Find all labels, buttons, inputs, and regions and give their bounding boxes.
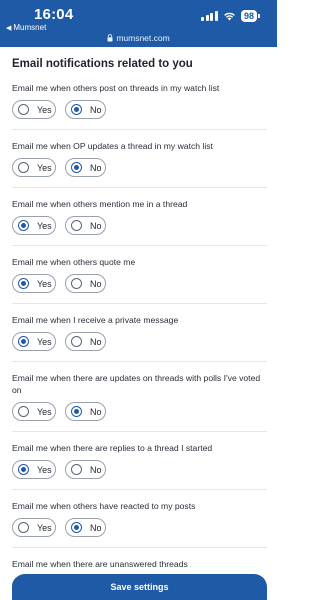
back-to-app-link[interactable]: ◀ Mumsnet [6, 23, 46, 32]
yes-label: Yes [37, 162, 52, 173]
yes-no-radio-group: Yes No [12, 518, 267, 537]
triangle-left-icon: ◀ [6, 24, 12, 32]
battery-icon: 98 [240, 10, 261, 22]
yes-option[interactable]: Yes [12, 518, 56, 537]
notification-question: Email me when OP updates a thread in my … [12, 140, 267, 188]
clock: 16:04 [34, 6, 74, 23]
no-label: No [90, 406, 102, 417]
question-text: Email me when there are updates on threa… [12, 373, 261, 395]
notification-question: Email me when there are updates on threa… [12, 372, 267, 432]
no-label: No [90, 220, 102, 231]
yes-option[interactable]: Yes [12, 274, 56, 293]
url-text: mumsnet.com [116, 33, 170, 43]
notification-question: Email me when I receive a private messag… [12, 314, 267, 362]
radio-button[interactable] [71, 464, 82, 475]
divider [12, 547, 267, 548]
radio-button[interactable] [18, 406, 29, 417]
no-label: No [90, 522, 102, 533]
cellular-signal-icon [201, 11, 218, 21]
yes-option[interactable]: Yes [12, 402, 56, 421]
radio-button[interactable] [71, 104, 82, 115]
radio-button[interactable] [71, 406, 82, 417]
divider [12, 431, 267, 432]
yes-option[interactable]: Yes [12, 216, 56, 235]
divider [12, 361, 267, 362]
no-option[interactable]: No [65, 332, 106, 351]
yes-option[interactable]: Yes [12, 158, 56, 177]
no-option[interactable]: No [65, 216, 106, 235]
radio-button[interactable] [18, 464, 29, 475]
divider [12, 245, 267, 246]
question-text: Email me when there are unanswered threa… [12, 559, 188, 569]
page-title: Email notifications related to you [12, 58, 193, 70]
yes-no-radio-group: Yes No [12, 460, 267, 479]
no-option[interactable]: No [65, 402, 106, 421]
notification-question: Email me when others quote me Yes No [12, 256, 267, 304]
save-settings-button[interactable]: Save settings [12, 574, 267, 600]
notification-question: Email me when others post on threads in … [12, 82, 267, 130]
radio-button[interactable] [18, 162, 29, 173]
yes-no-radio-group: Yes No [12, 216, 267, 235]
radio-button[interactable] [71, 278, 82, 289]
no-label: No [90, 464, 102, 475]
radio-button[interactable] [71, 162, 82, 173]
no-option[interactable]: No [65, 100, 106, 119]
question-text: Email me when OP updates a thread in my … [12, 141, 213, 151]
yes-option[interactable]: Yes [12, 100, 56, 119]
notification-question: Email me when there are replies to a thr… [12, 442, 267, 490]
question-text: Email me when I receive a private messag… [12, 315, 179, 325]
radio-button[interactable] [71, 220, 82, 231]
no-option[interactable]: No [65, 274, 106, 293]
divider [12, 303, 267, 304]
notification-question: Email me when others have reacted to my … [12, 500, 267, 548]
back-app-label: Mumsnet [13, 23, 47, 32]
no-label: No [90, 104, 102, 115]
no-label: No [90, 278, 102, 289]
question-text: Email me when others have reacted to my … [12, 501, 196, 511]
question-list: Email me when others post on threads in … [12, 82, 267, 595]
yes-label: Yes [37, 278, 52, 289]
yes-option[interactable]: Yes [12, 460, 56, 479]
no-label: No [90, 336, 102, 347]
yes-option[interactable]: Yes [12, 332, 56, 351]
no-label: No [90, 162, 102, 173]
yes-no-radio-group: Yes No [12, 274, 267, 293]
notification-settings: Email notifications related to you Email… [12, 58, 267, 595]
yes-no-radio-group: Yes No [12, 402, 267, 421]
radio-button[interactable] [71, 336, 82, 347]
battery-level: 98 [243, 11, 254, 21]
question-text: Email me when others post on threads in … [12, 83, 220, 93]
url-bar[interactable]: mumsnet.com [0, 33, 277, 43]
yes-no-radio-group: Yes No [12, 332, 267, 351]
no-option[interactable]: No [65, 158, 106, 177]
yes-label: Yes [37, 406, 52, 417]
question-text: Email me when others quote me [12, 257, 136, 267]
radio-button[interactable] [18, 522, 29, 533]
divider [12, 489, 267, 490]
yes-label: Yes [37, 220, 52, 231]
yes-label: Yes [37, 464, 52, 475]
radio-button[interactable] [18, 336, 29, 347]
yes-no-radio-group: Yes No [12, 158, 267, 177]
radio-button[interactable] [18, 104, 29, 115]
yes-label: Yes [37, 522, 52, 533]
divider [12, 187, 267, 188]
radio-button[interactable] [71, 522, 82, 533]
radio-button[interactable] [18, 278, 29, 289]
question-text: Email me when others mention me in a thr… [12, 199, 188, 209]
yes-no-radio-group: Yes No [12, 100, 267, 119]
lock-icon [107, 34, 113, 42]
divider [12, 129, 267, 130]
yes-label: Yes [37, 336, 52, 347]
status-icons: 98 [201, 10, 261, 22]
ios-status-bar: 16:04 ◀ Mumsnet 98 mumsnet.com [0, 0, 277, 47]
question-text: Email me when there are replies to a thr… [12, 443, 213, 453]
wifi-icon [223, 11, 236, 21]
radio-button[interactable] [18, 220, 29, 231]
no-option[interactable]: No [65, 460, 106, 479]
yes-label: Yes [37, 104, 52, 115]
no-option[interactable]: No [65, 518, 106, 537]
notification-question: Email me when others mention me in a thr… [12, 198, 267, 246]
